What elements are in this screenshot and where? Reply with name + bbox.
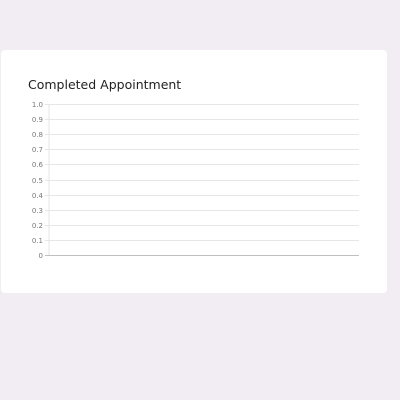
y-tick-label: 0.8: [32, 131, 43, 139]
chart-plot: 1.0 0.9 0.8 0.7 0.6 0.5 0.4 0.3 0.2 0.1 0: [32, 101, 359, 260]
y-tick-label: 0.7: [32, 146, 43, 154]
y-tick-label: 0.6: [32, 161, 44, 169]
y-tick-label: 0.1: [32, 237, 43, 245]
y-tick-label: 0.5: [32, 177, 43, 185]
y-tick-label: 0.4: [32, 192, 44, 200]
y-tick-label: 0.9: [32, 116, 43, 124]
y-tick-label: 0.2: [32, 222, 43, 230]
y-tick-label: 1.0: [32, 101, 43, 109]
y-tick-label: 0: [39, 252, 43, 260]
y-tick-label: 0.3: [32, 207, 43, 215]
chart-card: Completed Appointment 1.0 0.9 0.8 0.7 0.6 0.5…: [1, 50, 387, 293]
